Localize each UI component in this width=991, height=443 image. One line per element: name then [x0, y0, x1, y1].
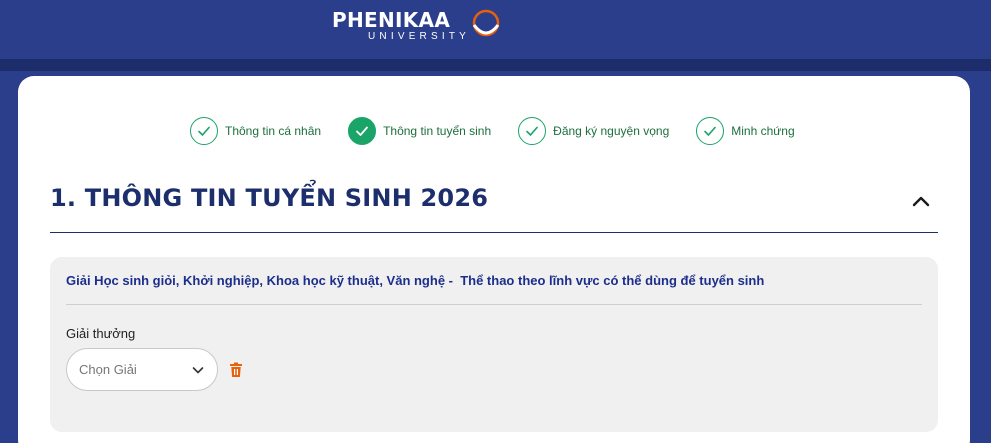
- check-circle-icon: [696, 117, 725, 145]
- check-circle-icon: [518, 117, 547, 145]
- section-divider: [50, 232, 938, 233]
- logo-ring-icon: [472, 9, 500, 37]
- award-field-label: Giải thưởng: [66, 326, 136, 341]
- step-label: Minh chứng: [731, 124, 795, 138]
- step-label: Đăng ký nguyện vọng: [553, 124, 670, 138]
- chevron-down-icon: [192, 367, 204, 374]
- awards-panel: Giải Học sinh giỏi, Khởi nghiệp, Khoa họ…: [50, 257, 938, 432]
- select-value: Chọn Giải: [79, 362, 137, 377]
- progress-stepper: Thông tin cá nhân Thông tin tuyển sinh Đ…: [190, 116, 822, 146]
- logo-subtitle: UNIVERSITY: [368, 31, 471, 42]
- panel-divider: [66, 304, 922, 305]
- award-select[interactable]: Chọn Giải: [66, 348, 218, 391]
- form-card: Thông tin cá nhân Thông tin tuyển sinh Đ…: [18, 76, 970, 443]
- step-label: Thông tin tuyển sinh: [383, 124, 492, 138]
- chevron-up-icon: [912, 196, 930, 207]
- step-evidence[interactable]: Minh chứng: [696, 117, 795, 145]
- logo-name: PHENIKAA: [332, 8, 451, 32]
- trash-icon[interactable]: [229, 362, 243, 378]
- panel-heading: Giải Học sinh giỏi, Khởi nghiệp, Khoa họ…: [66, 273, 765, 288]
- section-title: 1. THÔNG TIN TUYỂN SINH 2026: [50, 184, 489, 212]
- top-header: PHENIKAA UNIVERSITY: [0, 0, 991, 59]
- header-band: [0, 59, 991, 71]
- collapse-button[interactable]: [908, 188, 934, 214]
- university-logo[interactable]: PHENIKAA UNIVERSITY: [332, 7, 507, 47]
- step-admission-info[interactable]: Thông tin tuyển sinh: [348, 117, 491, 145]
- check-circle-icon: [348, 117, 377, 145]
- step-label: Thông tin cá nhân: [225, 124, 322, 138]
- step-registration[interactable]: Đăng ký nguyện vọng: [518, 117, 669, 145]
- check-circle-icon: [190, 117, 218, 145]
- step-personal-info[interactable]: Thông tin cá nhân: [190, 117, 321, 145]
